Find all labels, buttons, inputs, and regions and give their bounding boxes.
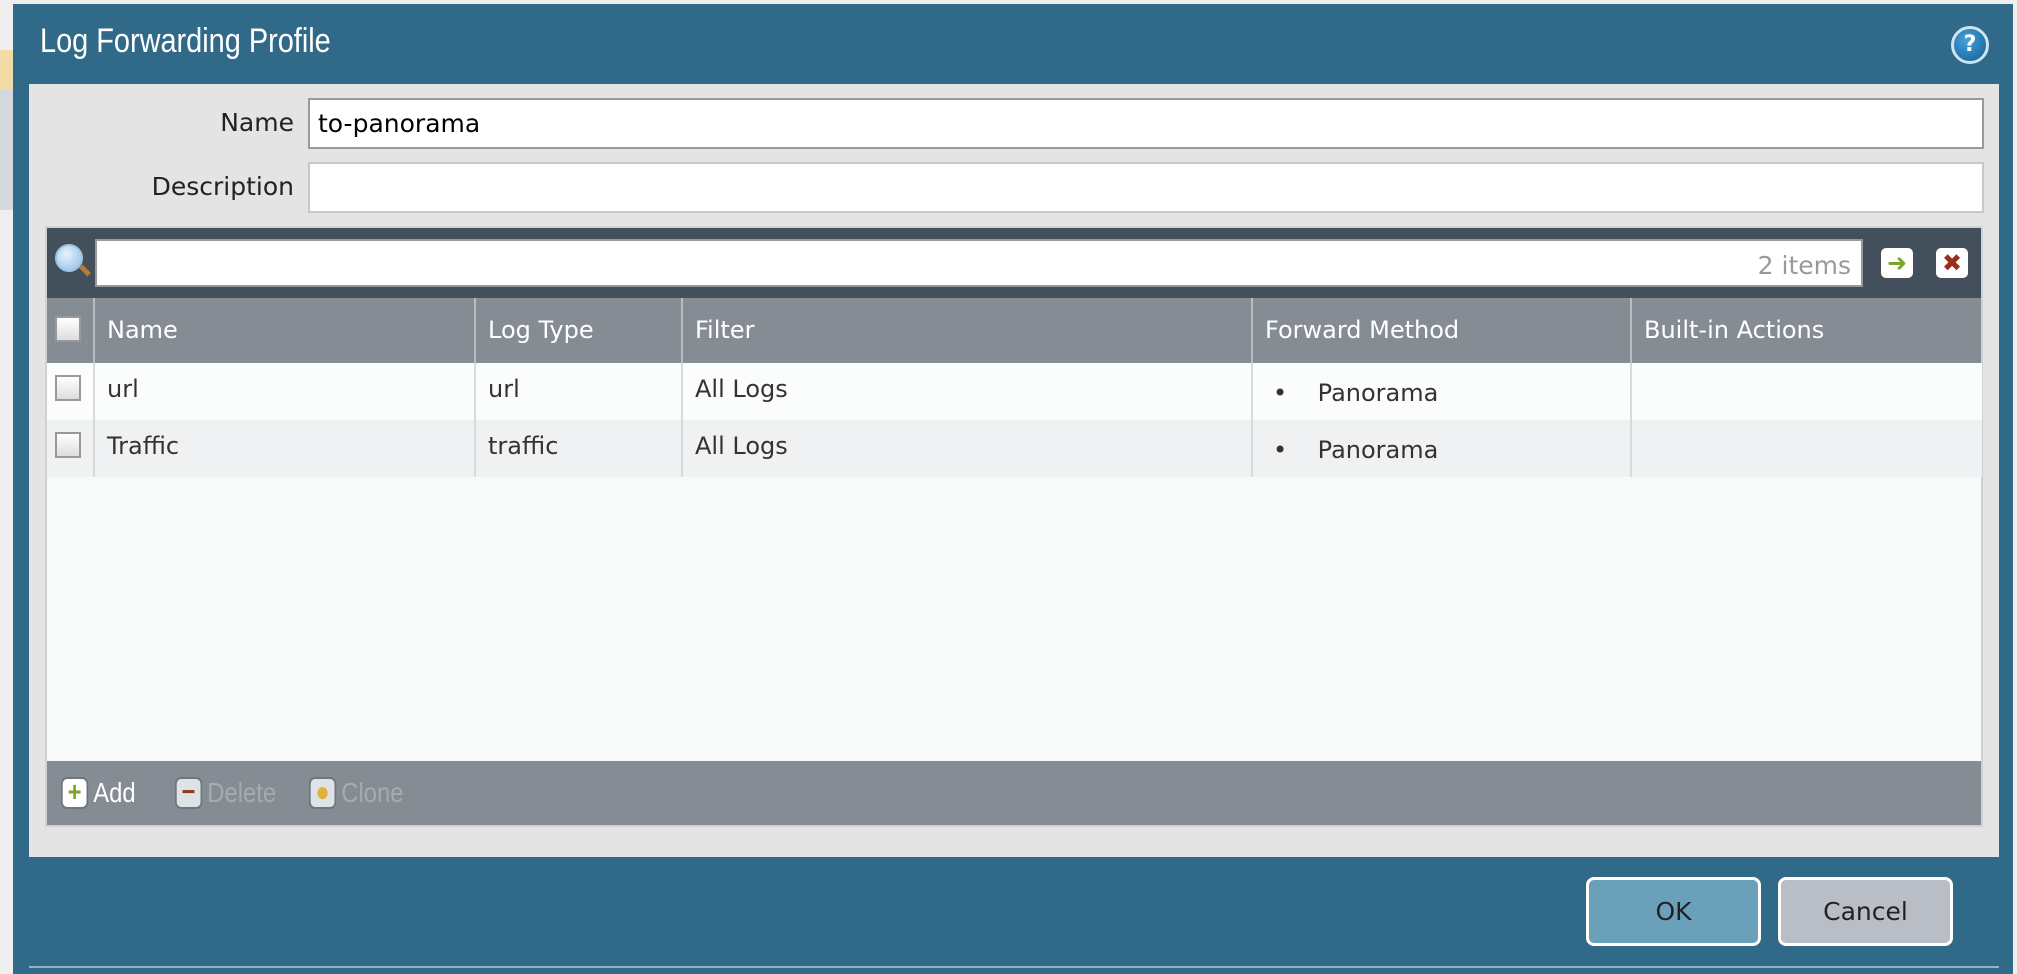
row-checkbox[interactable]	[55, 432, 81, 458]
table-header: Name Log Type Filter Forward Method Buil…	[47, 298, 1981, 363]
cell-log-type: traffic	[474, 420, 681, 477]
select-all-cell	[47, 298, 93, 363]
background-window	[0, 50, 13, 90]
cell-name: Traffic	[93, 420, 474, 477]
cell-filter: All Logs	[681, 420, 1251, 477]
background-window	[0, 90, 13, 210]
ok-button[interactable]: OK	[1586, 877, 1761, 946]
name-label: Name	[220, 108, 294, 137]
profile-match-list: 2 items ➜ ✖ Name Log Type Filter Forward…	[45, 226, 1983, 827]
search-icon	[55, 244, 83, 272]
cell-filter: All Logs	[681, 363, 1251, 420]
minus-icon: −	[175, 777, 203, 809]
add-label: Add	[93, 777, 136, 808]
description-label: Description	[151, 172, 294, 201]
table-row[interactable]: Traffic traffic All Logs • Panorama	[47, 420, 1982, 477]
forward-method-value: Panorama	[1317, 379, 1439, 407]
delete-button[interactable]: − Delete	[175, 777, 276, 809]
column-header-log-type[interactable]: Log Type	[474, 298, 681, 363]
column-header-forward-method[interactable]: Forward Method	[1251, 298, 1630, 363]
forward-method-value: Panorama	[1317, 436, 1439, 464]
description-input[interactable]	[308, 162, 1984, 213]
cell-built-in-actions	[1630, 420, 1982, 477]
clone-icon: ●	[309, 777, 337, 809]
column-header-filter[interactable]: Filter	[681, 298, 1251, 363]
cell-forward-method: • Panorama	[1251, 363, 1630, 420]
column-header-built-in-actions[interactable]: Built-in Actions	[1630, 298, 1982, 363]
apply-filter-icon[interactable]: ➜	[1881, 248, 1913, 278]
help-icon[interactable]: ?	[1951, 26, 1989, 64]
clone-button[interactable]: ● Clone	[309, 777, 403, 809]
name-input[interactable]	[308, 98, 1984, 149]
divider	[29, 966, 1999, 968]
plus-icon: +	[61, 777, 89, 809]
select-all-checkbox[interactable]	[55, 316, 81, 342]
clear-filter-icon[interactable]: ✖	[1936, 248, 1968, 278]
search-input[interactable]: 2 items	[95, 239, 1863, 287]
clone-label: Clone	[341, 777, 404, 808]
cell-name: url	[93, 363, 474, 420]
cell-forward-method: • Panorama	[1251, 420, 1630, 477]
table-row[interactable]: url url All Logs • Panorama	[47, 363, 1982, 420]
cancel-button[interactable]: Cancel	[1778, 877, 1953, 946]
column-header-name[interactable]: Name	[93, 298, 474, 363]
item-count: 2 items	[1757, 251, 1851, 280]
cell-built-in-actions	[1630, 363, 1982, 420]
cell-log-type: url	[474, 363, 681, 420]
delete-label: Delete	[207, 777, 277, 808]
dialog-title: Log Forwarding Profile	[40, 22, 331, 60]
add-button[interactable]: + Add	[61, 777, 136, 809]
grid-toolbar: 2 items ➜ ✖	[47, 228, 1981, 298]
grid-footer: + Add − Delete ● Clone	[47, 761, 1981, 825]
row-checkbox[interactable]	[55, 375, 81, 401]
